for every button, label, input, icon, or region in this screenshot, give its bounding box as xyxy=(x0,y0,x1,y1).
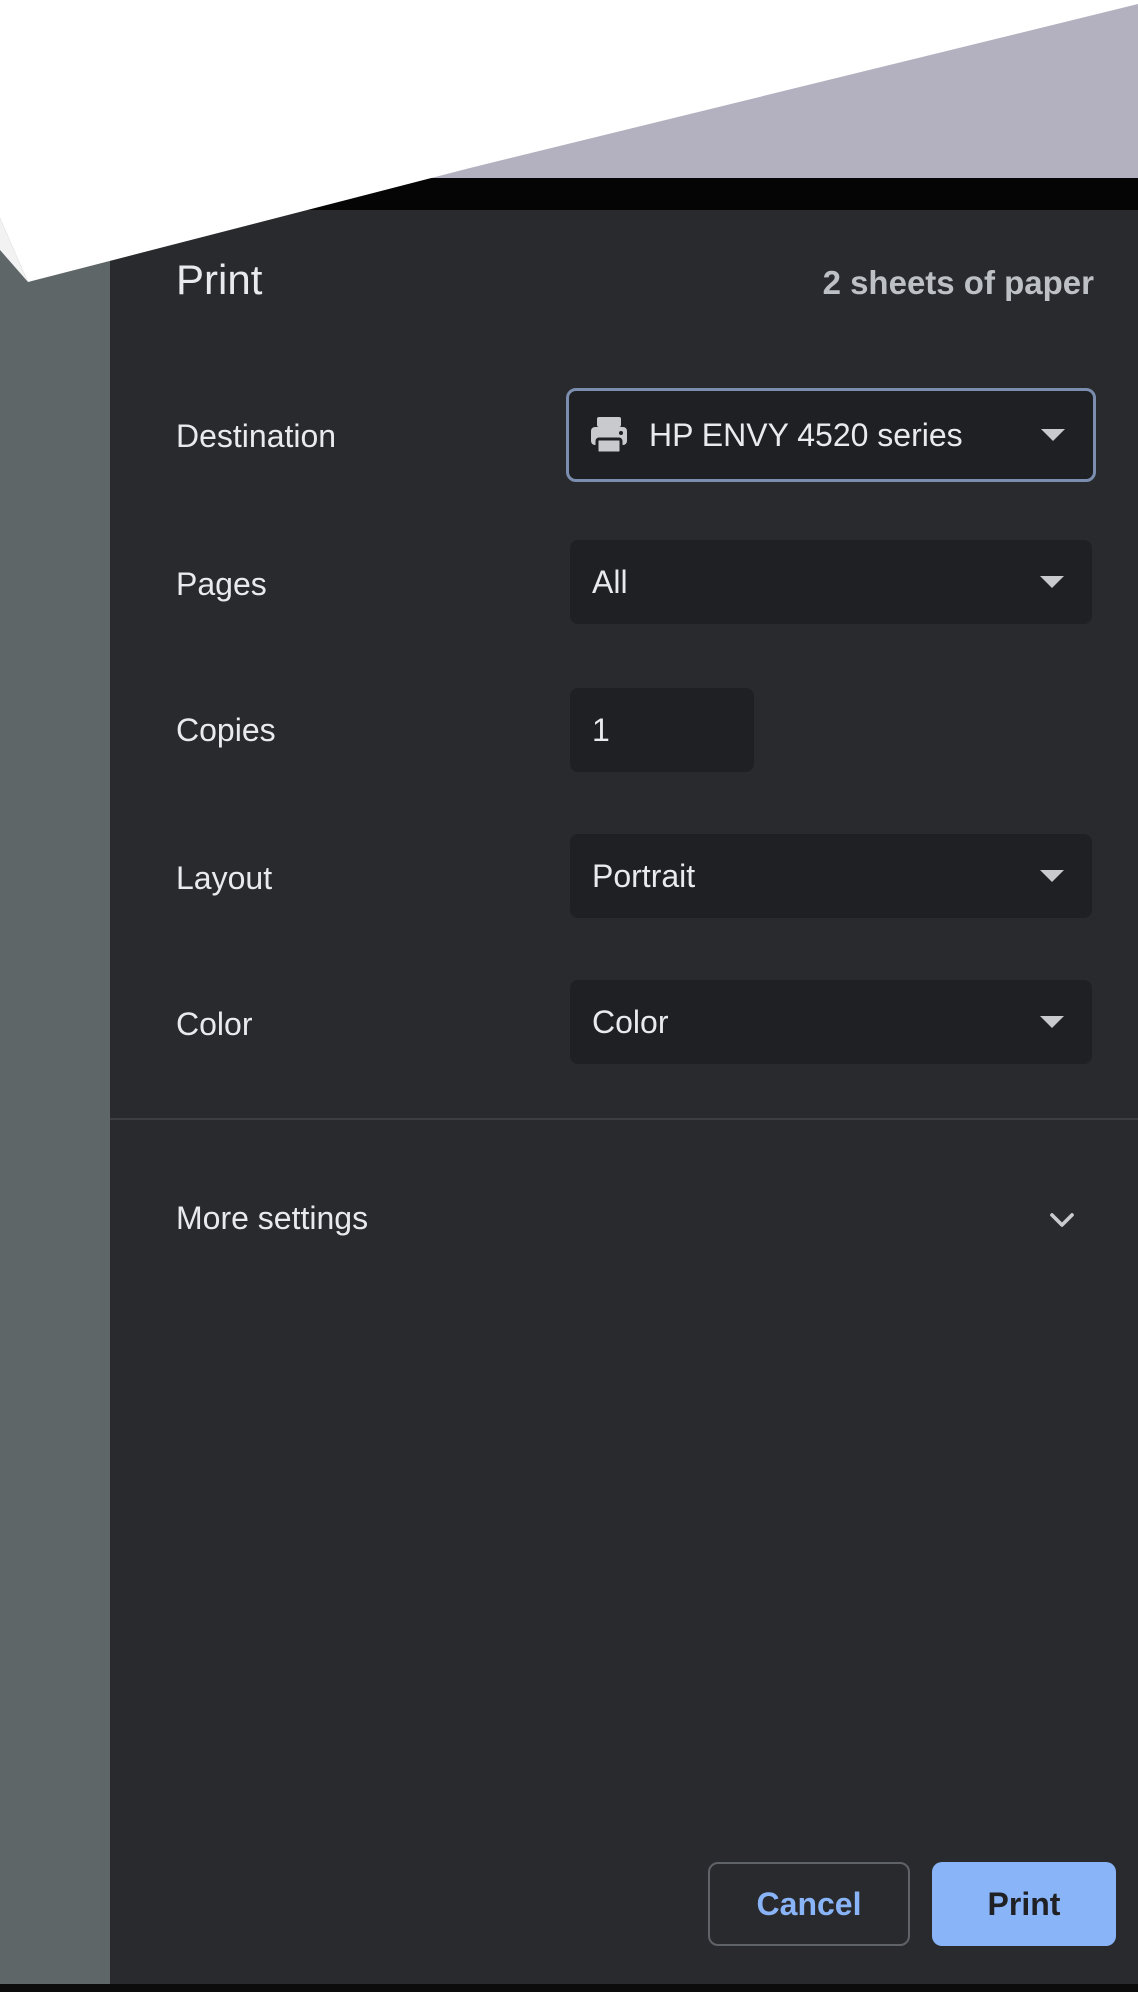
color-value: Color xyxy=(592,1003,669,1040)
more-settings-label: More settings xyxy=(176,1200,369,1236)
copies-label: Copies xyxy=(176,712,276,748)
cancel-button[interactable]: Cancel xyxy=(708,1862,910,1946)
screen-bottom-edge xyxy=(0,1984,1138,1992)
layout-value: Portrait xyxy=(592,857,696,894)
more-settings-toggle[interactable]: More settings xyxy=(110,1176,1138,1266)
destination-label: Destination xyxy=(176,418,337,454)
print-preview-strip xyxy=(0,210,110,1992)
dialog-title: Print xyxy=(176,256,263,303)
pages-label: Pages xyxy=(176,566,267,602)
layout-select[interactable]: Portrait xyxy=(570,834,1092,918)
dropdown-arrow-icon xyxy=(1040,576,1064,588)
copies-value: 1 xyxy=(592,711,610,748)
destination-value: HP ENVY 4520 series xyxy=(649,416,963,453)
dropdown-arrow-icon xyxy=(1040,870,1064,882)
screenshot-stage: Print 2 sheets of paper Destination HP E… xyxy=(0,0,1138,1992)
layout-label: Layout xyxy=(176,860,273,896)
dropdown-arrow-icon xyxy=(1040,1016,1064,1028)
pages-value: All xyxy=(592,563,628,600)
printer-icon xyxy=(591,417,627,455)
color-select[interactable]: Color xyxy=(570,980,1092,1064)
dropdown-arrow-icon xyxy=(1041,429,1065,441)
sheet-count: 2 sheets of paper xyxy=(822,264,1094,301)
color-label: Color xyxy=(176,1006,253,1042)
section-divider xyxy=(110,1118,1138,1120)
destination-select[interactable]: HP ENVY 4520 series xyxy=(566,388,1096,482)
chevron-down-icon xyxy=(1050,1213,1074,1227)
copies-input[interactable]: 1 xyxy=(570,688,754,772)
pages-select[interactable]: All xyxy=(570,540,1092,624)
print-button[interactable]: Print xyxy=(932,1862,1116,1946)
